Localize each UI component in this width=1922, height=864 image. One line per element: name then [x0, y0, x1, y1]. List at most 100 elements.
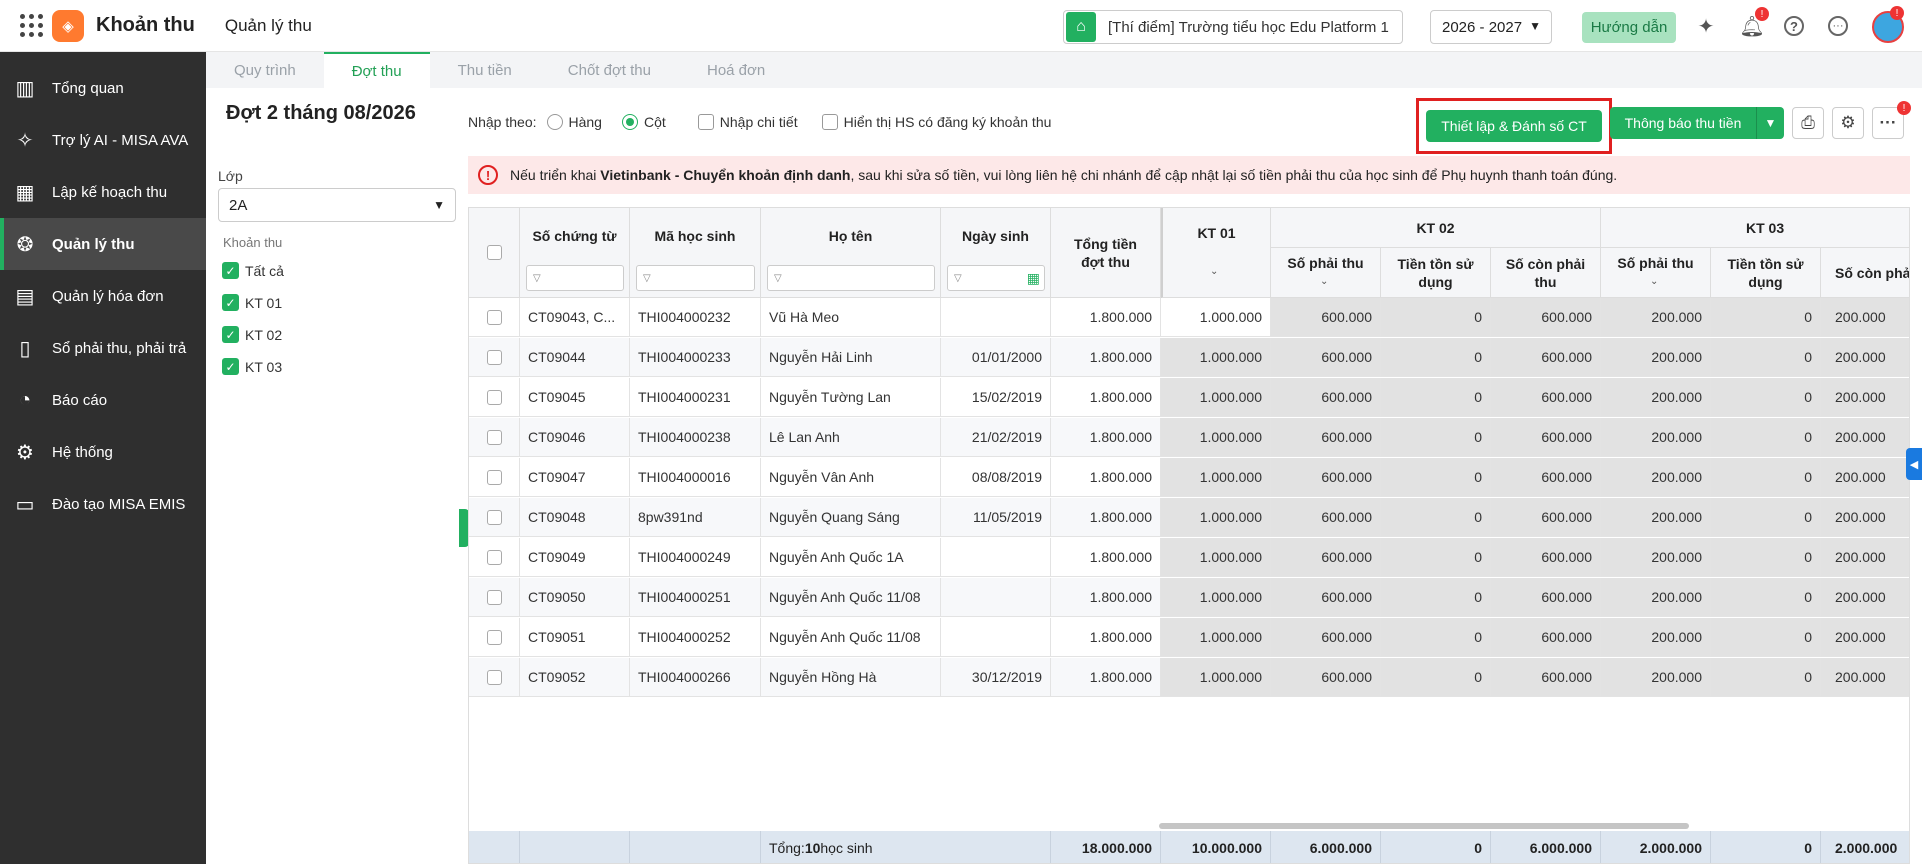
- sidebar-item-plan[interactable]: ▦ Lập kế hoạch thu: [0, 166, 206, 218]
- row-checkbox[interactable]: [486, 389, 502, 405]
- fee-checkbox-all[interactable]: ✓ Tất cả: [222, 262, 284, 279]
- chevron-down-icon[interactable]: ⌄: [1210, 266, 1218, 277]
- filter-icon: ▽: [954, 272, 962, 284]
- table-row[interactable]: CT09046 THI004000238 Lê Lan Anh 21/02/2019 1…: [469, 418, 1909, 457]
- table-row[interactable]: CT09052 THI004000266 Nguyễn Hồng Hà 30/12/2…: [469, 658, 1909, 697]
- horizontal-scrollbar[interactable]: [1159, 823, 1689, 829]
- cell-kt01[interactable]: 1.000.000: [1161, 298, 1271, 337]
- cell-kt01[interactable]: 1.000.000: [1161, 458, 1271, 497]
- cell-kt02-remaining: 600.000: [1491, 538, 1601, 577]
- cell-kt01[interactable]: 1.000.000: [1161, 658, 1271, 697]
- tab-process[interactable]: Quy trình: [206, 52, 324, 88]
- chat-more-icon[interactable]: ···: [1828, 16, 1848, 36]
- chevron-down-icon[interactable]: ⌄: [1650, 276, 1658, 287]
- row-checkbox[interactable]: [486, 589, 502, 605]
- cell-kt01[interactable]: 1.000.000: [1161, 418, 1271, 457]
- cell-kt03-remaining: 200.000: [1821, 538, 1909, 577]
- row-checkbox[interactable]: [486, 309, 502, 325]
- sidebar-item-training[interactable]: ▭ Đào tạo MISA EMIS: [0, 478, 206, 530]
- chevron-down-icon: ▼: [1529, 19, 1541, 33]
- col-kt03-payable[interactable]: Số phải thu: [1601, 248, 1711, 298]
- sidebar-item-ai-assistant[interactable]: ✧ Trợ lý AI - MISA AVA: [0, 114, 206, 166]
- row-checkbox[interactable]: [486, 469, 502, 485]
- table-row[interactable]: CT09043, C... THI004000232 Vũ Hà Meo 1.800.…: [469, 298, 1909, 337]
- help-icon[interactable]: ?: [1784, 16, 1804, 36]
- cell-kt03-payable: 200.000: [1601, 458, 1711, 497]
- year-selector[interactable]: 2026 - 2027 ▼: [1430, 10, 1552, 44]
- show-registered-checkbox[interactable]: [821, 114, 838, 130]
- calendar-icon[interactable]: ▦: [1027, 270, 1040, 287]
- cell-kt01[interactable]: 1.000.000: [1161, 498, 1271, 537]
- col-kt02-payable[interactable]: Số phải thu: [1271, 248, 1381, 298]
- fee-checkbox-kt03[interactable]: ✓ KT 03: [222, 358, 282, 375]
- cell-doc-no: CT09045: [520, 378, 630, 417]
- setup-numbering-button[interactable]: Thiết lập & Đánh số CT: [1426, 110, 1602, 142]
- cell-kt01[interactable]: 1.000.000: [1161, 338, 1271, 377]
- col-kt02-remaining[interactable]: Số còn phải thu: [1491, 248, 1601, 298]
- footer-total: 18.000.000: [1051, 831, 1161, 863]
- row-checkbox-cell: [469, 538, 520, 577]
- class-select[interactable]: 2A ▼: [218, 188, 456, 222]
- table-row[interactable]: CT09044 THI004000233 Nguyễn Hải Linh 01/01/…: [469, 338, 1909, 377]
- sidebar-item-system[interactable]: ⚙ Hệ thống: [0, 426, 206, 478]
- cell-kt01[interactable]: 1.000.000: [1161, 618, 1271, 657]
- sidebar-item-overview[interactable]: ▥ Tổng quan: [0, 62, 206, 114]
- table-row[interactable]: CT09051 THI004000252 Nguyễn Anh Quốc 11/08…: [469, 618, 1909, 657]
- detail-checkbox[interactable]: [697, 114, 714, 130]
- radio-row[interactable]: [546, 114, 563, 130]
- table-row[interactable]: CT09049 THI004000249 Nguyễn Anh Quốc 1A 1.8…: [469, 538, 1909, 577]
- guide-button[interactable]: Hướng dẫn: [1582, 12, 1676, 43]
- chevron-down-icon[interactable]: ⌄: [1320, 276, 1328, 287]
- sidebar-item-invoices[interactable]: ▤ Quản lý hóa đơn: [0, 270, 206, 322]
- school-selector[interactable]: ⌂ [Thí điểm] Trường tiểu học Edu Platfor…: [1063, 10, 1403, 44]
- row-checkbox[interactable]: [486, 549, 502, 565]
- table-row[interactable]: CT09045 THI004000231 Nguyễn Tường Lan 15/02…: [469, 378, 1909, 417]
- tab-collection-period[interactable]: Đợt thu: [323, 52, 430, 88]
- select-all-checkbox[interactable]: [486, 245, 502, 260]
- cell-kt03-credit: 0: [1711, 338, 1821, 377]
- cell-name: Vũ Hà Meo: [761, 298, 941, 337]
- table-row[interactable]: CT09047 THI004000016 Nguyễn Vân Anh 08/08/2…: [469, 458, 1909, 497]
- tab-receive-payment[interactable]: Thu tiền: [430, 52, 540, 88]
- check-icon: ✓: [222, 326, 239, 343]
- chevron-left-icon[interactable]: ◀: [1906, 448, 1922, 480]
- apps-grid-icon[interactable]: [16, 11, 46, 41]
- row-checkbox[interactable]: [486, 429, 502, 445]
- chevron-down-icon[interactable]: ▼: [1756, 107, 1784, 139]
- cell-kt01[interactable]: 1.000.000: [1161, 538, 1271, 577]
- cell-kt01[interactable]: 1.000.000: [1161, 578, 1271, 617]
- row-checkbox[interactable]: [486, 629, 502, 645]
- row-checkbox[interactable]: [486, 669, 502, 685]
- notify-payment-button[interactable]: Thông báo thu tiền ▼: [1610, 107, 1784, 139]
- sparkle-icon: ✧: [16, 129, 34, 152]
- table-row[interactable]: CT09048 8pw391nd Nguyễn Quang Sáng 11/05/20…: [469, 498, 1909, 537]
- radio-column[interactable]: [621, 114, 638, 130]
- select-all-header: [469, 208, 520, 298]
- col-kt03-remaining[interactable]: Số còn phải thu: [1821, 248, 1909, 298]
- filter-dob-input[interactable]: ▽ ▦: [947, 265, 1045, 291]
- gear-icon[interactable]: ⚙: [1832, 107, 1864, 139]
- filter-name-input[interactable]: ▽: [767, 265, 935, 291]
- print-icon[interactable]: ⎙: [1792, 107, 1824, 139]
- cell-name: Nguyễn Quang Sáng: [761, 498, 941, 537]
- tab-close-period[interactable]: Chốt đợt thu: [540, 52, 679, 88]
- col-kt01[interactable]: KT 01: [1161, 208, 1271, 298]
- cell-kt03-credit: 0: [1711, 378, 1821, 417]
- table-row[interactable]: CT09050 THI004000251 Nguyễn Anh Quốc 11/08…: [469, 578, 1909, 617]
- sidebar-item-ledger[interactable]: ▯ Sổ phải thu, phải trả: [0, 322, 206, 374]
- sidebar-item-reports[interactable]: ◔ Báo cáo: [0, 374, 206, 426]
- row-checkbox[interactable]: [486, 349, 502, 365]
- cell-kt01[interactable]: 1.000.000: [1161, 378, 1271, 417]
- fee-checkbox-kt02[interactable]: ✓ KT 02: [222, 326, 282, 343]
- col-kt02-credit[interactable]: Tiền tồn sử dụng: [1381, 248, 1491, 298]
- sidebar-item-collection[interactable]: ❂ Quản lý thu: [0, 218, 206, 270]
- col-total[interactable]: Tổng tiền đợt thu: [1051, 208, 1161, 298]
- col-kt03-credit[interactable]: Tiền tồn sử dụng: [1711, 248, 1821, 298]
- fee-checkbox-kt01[interactable]: ✓ KT 01: [222, 294, 282, 311]
- cell-student-id: THI004000266: [630, 658, 761, 697]
- sparkle-icon[interactable]: ✦: [1694, 14, 1718, 38]
- row-checkbox[interactable]: [486, 509, 502, 525]
- filter-student-id-input[interactable]: ▽: [636, 265, 755, 291]
- tab-invoice[interactable]: Hoá đơn: [679, 52, 793, 88]
- filter-doc-no-input[interactable]: ▽: [526, 265, 624, 291]
